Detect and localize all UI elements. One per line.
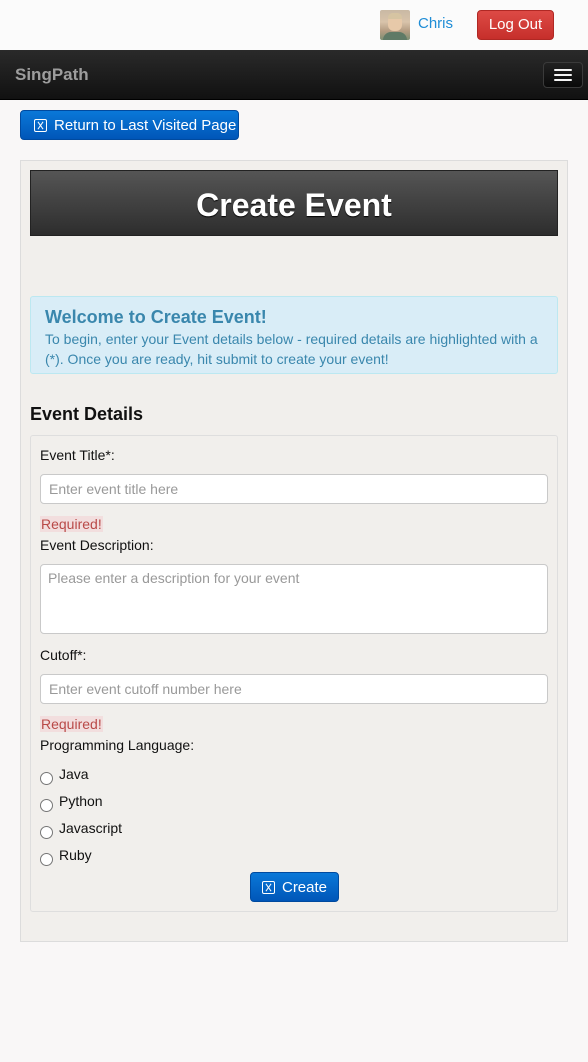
create-button-label: Create [281, 878, 328, 896]
info-text: To begin, enter your Event details below… [45, 331, 538, 367]
java-label: Java [59, 766, 89, 782]
javascript-label: Javascript [59, 820, 123, 836]
brand-logo[interactable]: SingPath [15, 65, 89, 85]
navbar: SingPath [0, 50, 588, 100]
return-button-label: Return to Last Visited Page [54, 116, 237, 134]
event-title-input[interactable] [40, 474, 548, 504]
username-link[interactable]: Chris [418, 15, 453, 32]
language-label: Programming Language: [40, 737, 195, 753]
event-title-label: Event Title*: [40, 447, 115, 463]
language-option-javascript[interactable]: Javascript [40, 820, 123, 839]
javascript-radio[interactable] [40, 825, 53, 839]
event-title-required: Required! [40, 516, 103, 532]
java-radio[interactable] [40, 771, 53, 785]
page-header: Create Event [30, 170, 558, 236]
python-radio[interactable] [40, 798, 53, 812]
menu-toggle-button[interactable] [543, 62, 583, 88]
python-label: Python [59, 793, 103, 809]
cutoff-label: Cutoff*: [40, 647, 87, 663]
section-title: Event Details [30, 404, 144, 424]
create-icon [261, 880, 275, 894]
cutoff-input[interactable] [40, 674, 548, 704]
top-bar: Chris Log Out [0, 0, 588, 50]
language-option-python[interactable]: Python [40, 793, 103, 812]
hamburger-icon [554, 69, 572, 71]
page-title: Create Event [196, 187, 392, 223]
info-heading: Welcome to Create Event! [45, 307, 267, 327]
logout-button[interactable]: Log Out [477, 10, 554, 40]
ruby-radio[interactable] [40, 852, 53, 866]
create-button[interactable]: Create [250, 872, 339, 902]
language-option-ruby[interactable]: Ruby [40, 847, 92, 866]
ruby-label: Ruby [59, 847, 92, 863]
language-option-java[interactable]: Java [40, 766, 89, 785]
info-alert: Welcome to Create Event! To begin, enter… [30, 296, 558, 374]
user-avatar[interactable] [380, 10, 410, 40]
return-icon [34, 118, 47, 132]
event-description-textarea[interactable] [40, 564, 548, 634]
cutoff-required: Required! [40, 716, 103, 732]
event-description-label: Event Description: [40, 537, 154, 553]
return-last-page-button[interactable]: Return to Last Visited Page [20, 110, 239, 140]
